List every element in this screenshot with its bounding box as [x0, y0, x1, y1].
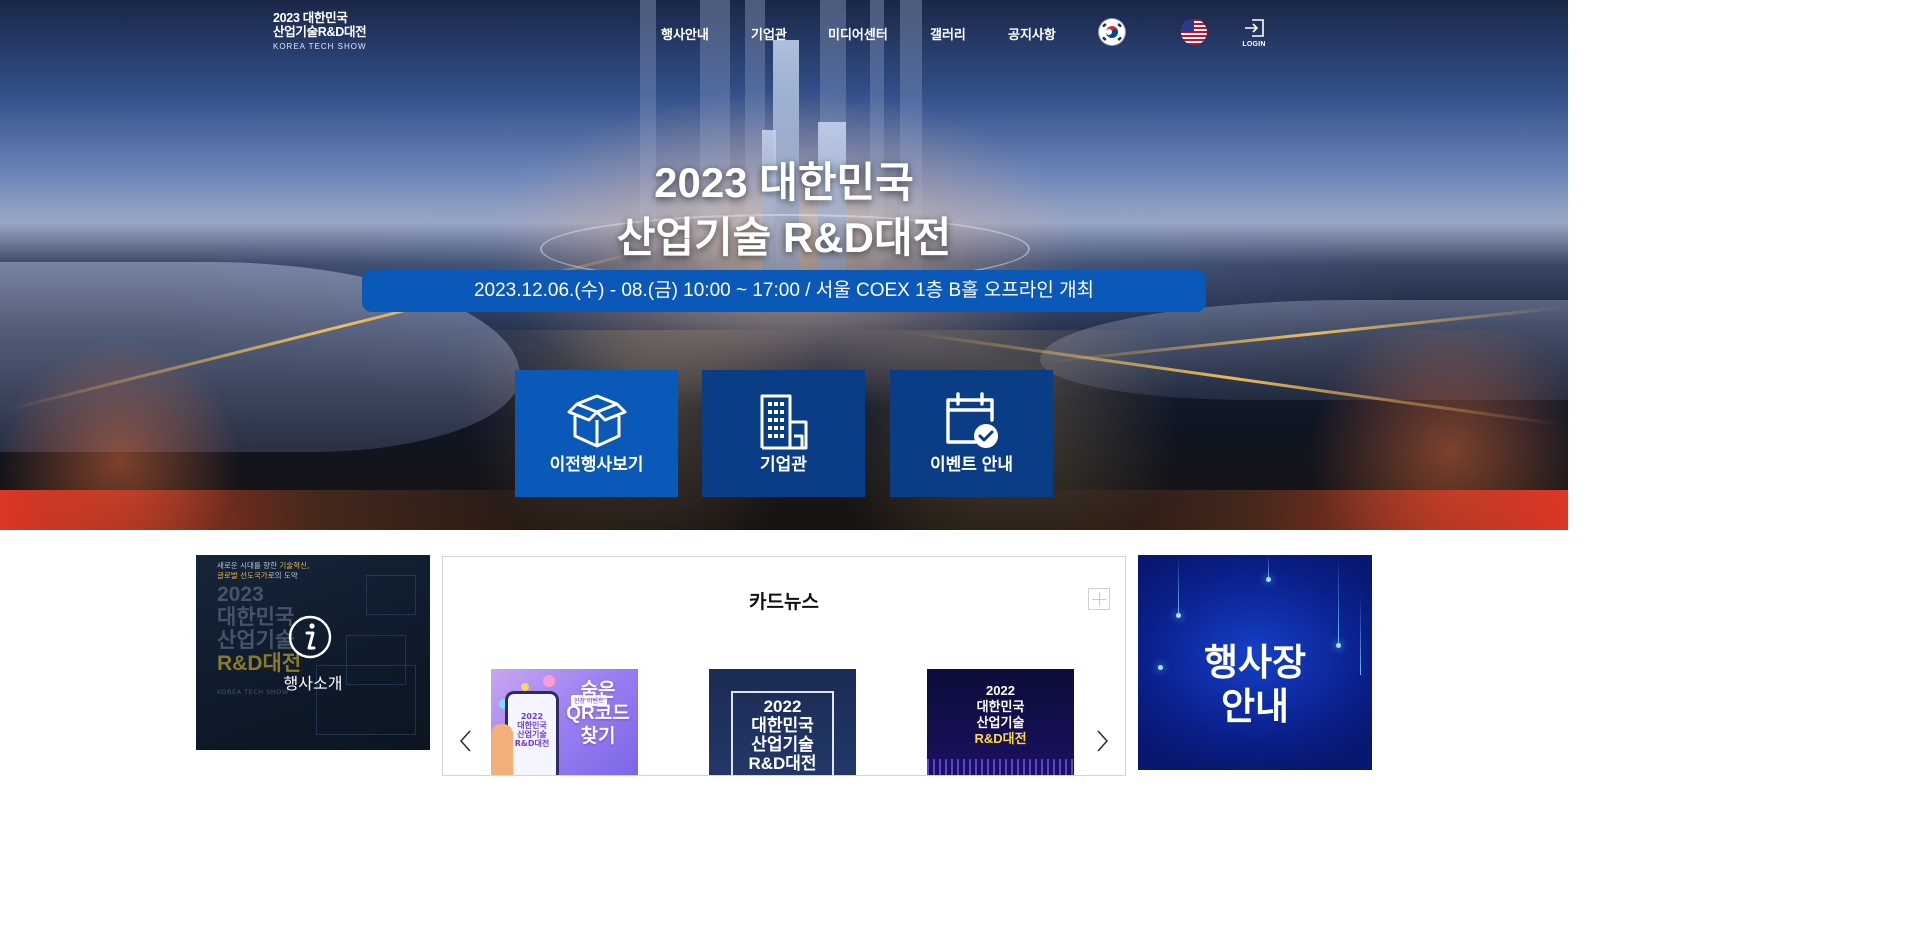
logo-subtitle: KOREA TECH SHOW — [273, 42, 367, 51]
phone-text: R&D대전 — [514, 739, 550, 748]
hero-title-line1: 2023 대한민국 — [654, 159, 914, 206]
chevron-left-icon[interactable] — [457, 729, 473, 753]
event-intro-card[interactable]: 새로운 시대를 향한 기술혁신, 글로벌 선도국가로의 도약 2023 대한민국… — [196, 555, 430, 750]
decorative-ball — [521, 683, 529, 691]
intro-tagline-highlight: 기술혁신, — [279, 561, 310, 570]
companies-label: 기업관 — [760, 455, 807, 474]
hero-title: 2023 대한민국 산업기술 R&D대전 — [0, 155, 1568, 265]
intro-tagline-highlight: 글로벌 선도국가 — [217, 571, 268, 580]
korean-flag-icon[interactable] — [1099, 19, 1125, 45]
card-news-item[interactable]: 2022 대한민국 산업기술 R&D대전 현장 이벤트 숨은 QR코드 찾기 — [491, 669, 638, 775]
venue-guide-line: 안내 — [1220, 686, 1290, 727]
phone-text: 2022 — [520, 712, 544, 721]
card-title-line: 산업기술 — [976, 715, 1025, 730]
card-title-line: 2022 — [986, 683, 1015, 698]
card-news-item[interactable]: 2022 대한민국 산업기술 R&D대전 — [927, 669, 1074, 775]
card-title-line: R&D대전 — [748, 754, 817, 773]
card-title: 2022 대한민국 산업기술 R&D대전 — [927, 683, 1074, 747]
phone-text: 대한민국 — [517, 721, 547, 730]
intro-name-line: 대한민국 — [217, 606, 295, 629]
info-icon — [288, 615, 332, 659]
intro-name-line: 산업기술 — [217, 629, 295, 652]
intro-tagline: 새로운 시대를 향한 기술혁신, 글로벌 선도국가로의 도약 — [217, 561, 309, 581]
card-title: 2022 대한민국 산업기술 R&D대전 — [709, 697, 856, 773]
light-line — [1338, 555, 1339, 645]
light-line — [1178, 555, 1179, 615]
us-flag-canton — [1181, 19, 1194, 32]
event-guide-label: 이벤트 안내 — [930, 455, 1013, 474]
hand-illustration — [491, 724, 513, 775]
card-news-more-button[interactable] — [1088, 588, 1110, 610]
light-dot — [1176, 613, 1181, 618]
login-icon — [1245, 19, 1264, 37]
decorative-dots — [927, 759, 1074, 775]
open-box-icon — [567, 394, 626, 448]
card-title-line: 산업기술 — [751, 735, 814, 754]
event-date-bar: 2023.12.06.(수) - 08.(금) 10:00 ~ 17:00 / … — [362, 270, 1206, 312]
phone-text: 산업기술 — [517, 730, 547, 739]
intro-tagline-part: 새로운 시대를 향한 — [217, 561, 280, 570]
card-headline-line: 숨은 — [580, 680, 616, 701]
card-title-line: R&D대전 — [974, 731, 1027, 746]
venue-guide-line: 행사장 — [1203, 642, 1307, 683]
past-events-button[interactable]: 이전행사보기 — [515, 370, 678, 497]
card-news-item[interactable]: 2022 대한민국 산업기술 R&D대전 — [709, 669, 856, 775]
past-events-label: 이전행사보기 — [549, 455, 644, 474]
building-icon — [760, 394, 807, 450]
logo-line2: 산업기술R&D대전 — [273, 25, 367, 39]
light-dot — [1266, 577, 1271, 582]
card-headline-line: 찾기 — [580, 726, 616, 747]
chevron-right-icon[interactable] — [1095, 729, 1111, 753]
login-button[interactable]: LOGIN — [1241, 19, 1267, 48]
us-flag-icon[interactable] — [1181, 19, 1207, 45]
nav-item-companies[interactable]: 기업관 — [751, 24, 787, 43]
grid-decoration — [366, 575, 416, 615]
nav-item-media-center[interactable]: 미디어센터 — [828, 24, 888, 43]
nav-item-gallery[interactable]: 갤러리 — [930, 24, 966, 43]
nav-item-notice[interactable]: 공지사항 — [1008, 24, 1056, 43]
card-news-title: 카드뉴스 — [749, 592, 819, 613]
calendar-check-icon — [945, 392, 998, 448]
intro-tagline-part: 로의 도약 — [267, 571, 298, 580]
hero-title-line2: 산업기술 R&D대전 — [616, 214, 952, 261]
card-headline: 숨은 QR코드 찾기 — [559, 679, 637, 748]
card-news-section: 카드뉴스 2022 대한민국 산업기술 R&D대전 현장 이벤트 숨은 QR코드… — [442, 556, 1126, 776]
phone-illustration: 2022 대한민국 산업기술 R&D대전 — [505, 691, 559, 775]
card-headline-line: QR코드 — [566, 703, 630, 724]
event-intro-label: 행사소개 — [283, 676, 343, 693]
nav-item-event-info[interactable]: 행사안내 — [661, 24, 709, 43]
event-guide-button[interactable]: 이벤트 안내 — [890, 370, 1053, 497]
decorative-ball — [543, 675, 555, 687]
logo-line1: 2023 대한민국 — [273, 11, 348, 25]
card-title-line: 2022 — [763, 697, 802, 716]
venue-guide-label: 행사장 안내 — [1138, 641, 1372, 729]
card-title-line: 대한민국 — [751, 716, 814, 735]
venue-guide-card[interactable]: 행사장 안내 — [1138, 555, 1372, 770]
companies-button[interactable]: 기업관 — [702, 370, 865, 497]
light-line — [1268, 555, 1269, 579]
card-title-line: 대한민국 — [976, 699, 1025, 714]
login-label: LOGIN — [1242, 41, 1266, 48]
intro-year: 2023 — [217, 583, 264, 606]
site-logo[interactable]: 2023 대한민국 산업기술R&D대전 KOREA TECH SHOW — [273, 11, 367, 51]
